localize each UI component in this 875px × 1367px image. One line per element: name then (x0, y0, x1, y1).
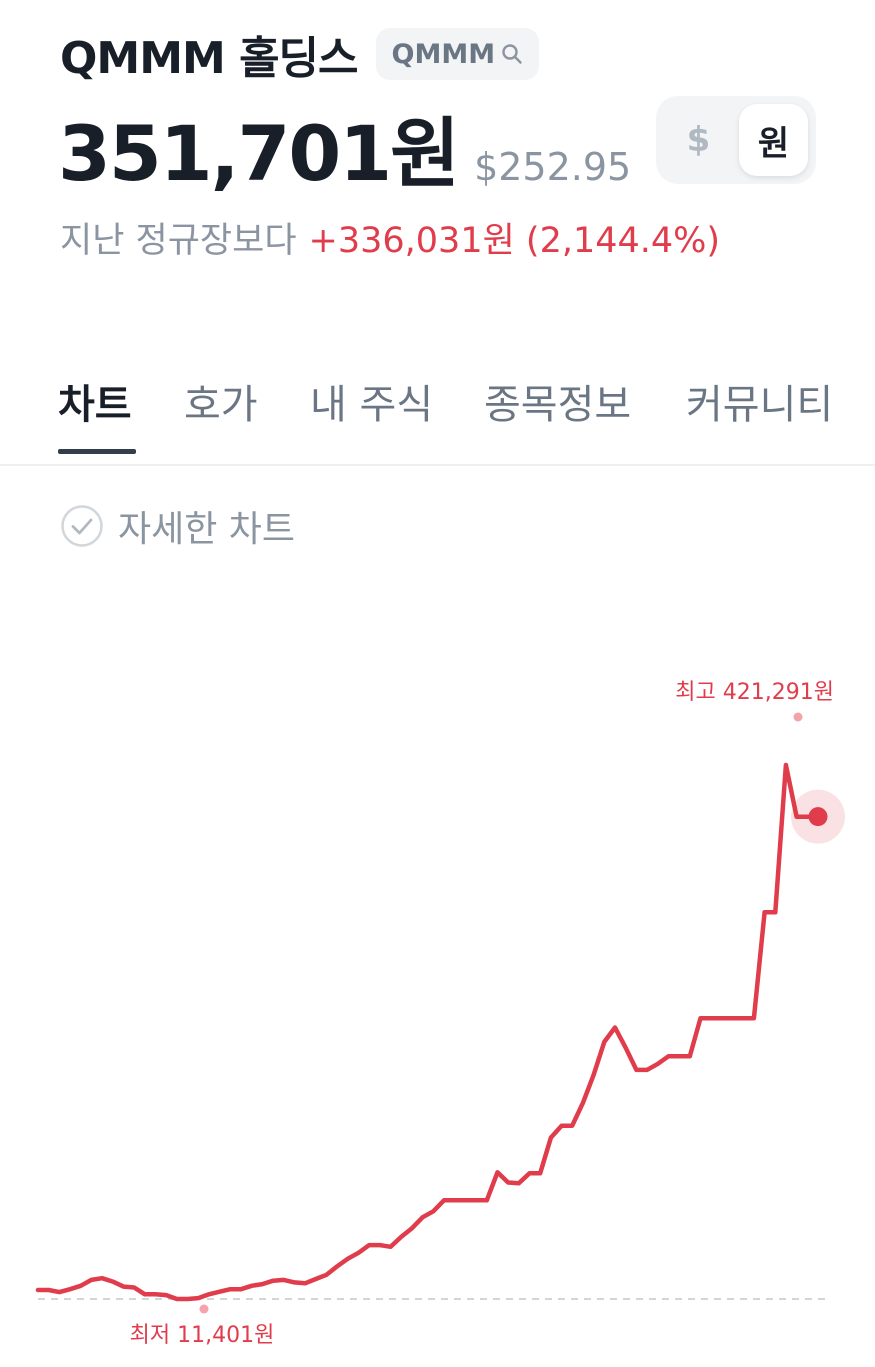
high-marker (793, 712, 803, 722)
price-chart[interactable]: 최저 11,401원 최고 421,291원 (0, 0, 875, 1367)
low-label: 최저 11,401원 (130, 1323, 275, 1348)
low-marker (199, 1304, 209, 1314)
current-point (808, 807, 828, 827)
high-label: 최고 421,291원 (675, 680, 834, 705)
price-line (35, 762, 821, 1302)
